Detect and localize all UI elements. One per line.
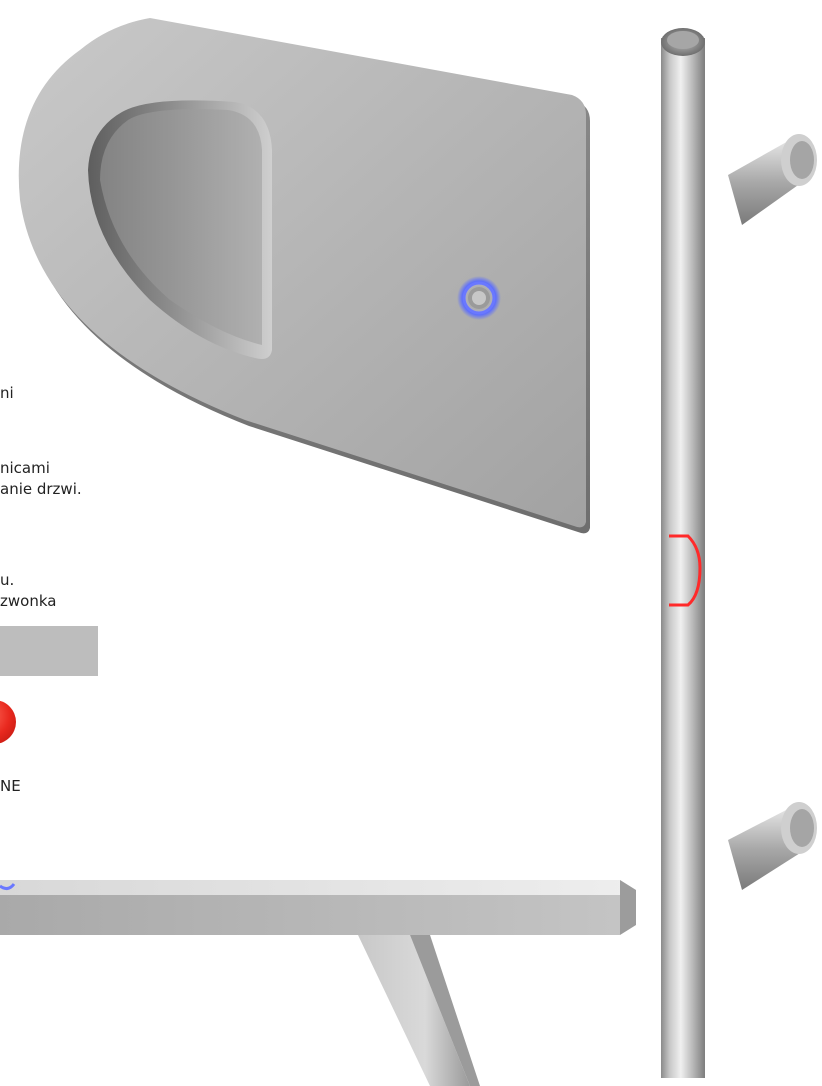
product-showcase: ni nicami anie drzwi. u. zwonka NE [0,0,822,1086]
text-fragment-6: NE [0,777,21,795]
text-fragment-2: nicami [0,459,50,477]
text-fragment-1: ni [0,384,14,402]
gray-banner [0,626,98,676]
text-fragment-3: anie drzwi. [0,480,82,498]
flat-bar-handle [0,880,636,1086]
product-illustration [0,18,817,1086]
illuminated-push-button-icon [457,276,501,320]
bar-handle [661,28,817,1078]
text-fragment-5: zwonka [0,592,57,610]
text-fragment-4: u. [0,571,15,589]
flush-handle-plate [18,18,590,534]
